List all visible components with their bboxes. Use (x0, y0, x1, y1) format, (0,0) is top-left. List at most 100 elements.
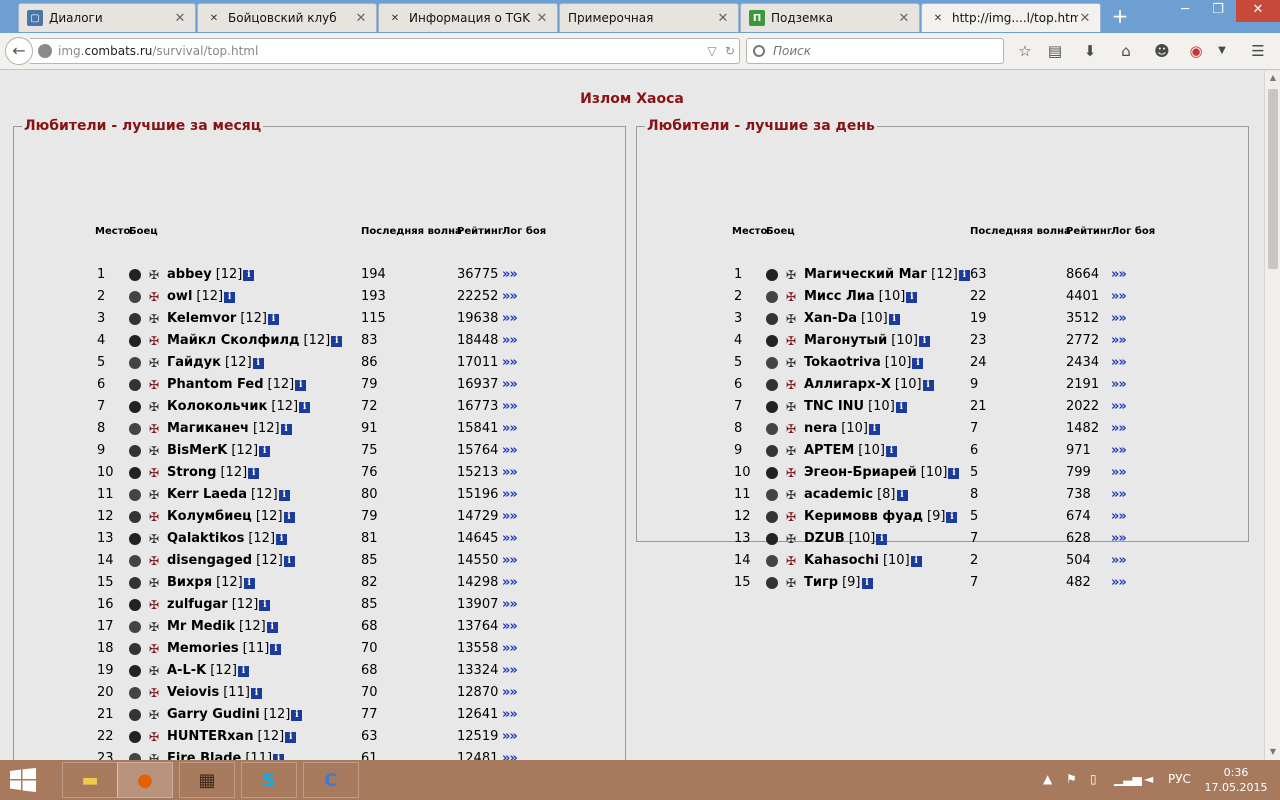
battle-log-link[interactable]: »» (1111, 530, 1127, 548)
restore-button[interactable]: ❐ (1203, 0, 1233, 22)
search-input[interactable] (773, 44, 973, 58)
chat-icon[interactable]: ☻ (1152, 42, 1172, 62)
info-icon[interactable]: i (922, 379, 934, 391)
battle-log-link[interactable]: »» (502, 530, 518, 548)
info-icon[interactable]: i (259, 599, 271, 611)
battle-log-link[interactable]: »» (502, 420, 518, 438)
close-window-button[interactable]: ✕ (1236, 0, 1280, 22)
info-icon[interactable]: i (243, 269, 255, 281)
battle-log-link[interactable]: »» (1111, 398, 1127, 416)
download-icon[interactable]: ⬇ (1080, 42, 1100, 62)
info-icon[interactable]: i (276, 533, 288, 545)
skype-button[interactable]: S (241, 762, 297, 798)
info-icon[interactable]: i (958, 269, 970, 281)
battle-log-link[interactable]: »» (1111, 420, 1127, 438)
info-icon[interactable]: i (250, 687, 262, 699)
battle-log-link[interactable]: »» (1111, 442, 1127, 460)
battle-log-link[interactable]: »» (1111, 376, 1127, 394)
info-icon[interactable]: i (248, 467, 260, 479)
scroll-thumb[interactable] (1268, 89, 1278, 269)
battle-log-link[interactable]: »» (502, 618, 518, 636)
minimize-button[interactable]: ─ (1170, 0, 1200, 22)
battle-log-link[interactable]: »» (1111, 552, 1127, 570)
close-icon[interactable]: ✕ (173, 11, 187, 26)
dropdown-arrow-icon[interactable]: ▽ (703, 44, 721, 58)
info-icon[interactable]: i (895, 401, 907, 413)
info-icon[interactable]: i (280, 423, 292, 435)
battle-log-link[interactable]: »» (502, 332, 518, 350)
vertical-scrollbar[interactable]: ▲ ▼ (1264, 71, 1280, 760)
home-icon[interactable]: ⌂ (1116, 42, 1136, 62)
reload-icon[interactable]: ↻ (721, 44, 739, 58)
info-icon[interactable]: i (885, 445, 897, 457)
battle-log-link[interactable]: »» (502, 376, 518, 394)
battle-log-link[interactable]: »» (502, 684, 518, 702)
tab-fitting-room[interactable]: Примерочная ✕ (559, 3, 739, 32)
battle-log-link[interactable]: »» (1111, 288, 1127, 306)
search-bar[interactable] (746, 38, 1004, 64)
tab-tgk-info[interactable]: ✕ Информация о TGK ✕ (378, 3, 558, 32)
reading-list-icon[interactable]: ▤ (1045, 42, 1065, 62)
battle-log-link[interactable]: »» (502, 398, 518, 416)
battle-log-link[interactable]: »» (502, 442, 518, 460)
battery-icon[interactable]: ▯ (1090, 772, 1097, 786)
battle-log-link[interactable]: »» (1111, 332, 1127, 350)
battle-log-link[interactable]: »» (502, 552, 518, 570)
info-icon[interactable]: i (946, 511, 958, 523)
info-icon[interactable]: i (252, 357, 264, 369)
chevron-down-icon[interactable]: ▼ (1212, 42, 1232, 62)
battle-log-link[interactable]: »» (1111, 310, 1127, 328)
battle-log-link[interactable]: »» (502, 574, 518, 592)
tab-dungeon[interactable]: П Подземка ✕ (740, 3, 920, 32)
battle-log-link[interactable]: »» (502, 508, 518, 526)
battle-log-link[interactable]: »» (1111, 508, 1127, 526)
info-icon[interactable]: i (906, 291, 918, 303)
battle-log-link[interactable]: »» (502, 662, 518, 680)
url-bar[interactable]: img.combats.ru/survival/top.html ▽ ↻ (30, 38, 740, 64)
close-icon[interactable]: ✕ (1078, 11, 1092, 26)
battle-log-link[interactable]: »» (502, 706, 518, 724)
info-icon[interactable]: i (888, 313, 900, 325)
battle-log-link[interactable]: »» (502, 750, 518, 760)
app-button[interactable]: C (303, 762, 359, 798)
network-icon[interactable]: ▁▃▅ (1114, 772, 1142, 786)
file-explorer-button[interactable]: ▬ (62, 762, 118, 798)
windows-start-icon[interactable] (10, 768, 36, 792)
volume-icon[interactable]: ◄ (1144, 772, 1153, 786)
language-indicator[interactable]: РУС (1168, 772, 1191, 786)
battle-log-link[interactable]: »» (502, 266, 518, 284)
info-icon[interactable]: i (291, 709, 303, 721)
menu-icon[interactable]: ☰ (1248, 42, 1268, 62)
url-text[interactable]: img.combats.ru/survival/top.html (58, 44, 703, 58)
info-icon[interactable]: i (868, 423, 880, 435)
battle-log-link[interactable]: »» (1111, 464, 1127, 482)
firefox-button[interactable]: ● (117, 762, 173, 798)
close-icon[interactable]: ✕ (354, 11, 368, 26)
clock[interactable]: 0:36 17.05.2015 (1204, 765, 1268, 795)
battle-log-link[interactable]: »» (1111, 354, 1127, 372)
bookmark-star-icon[interactable]: ☆ (1015, 42, 1035, 62)
close-icon[interactable]: ✕ (897, 11, 911, 26)
info-icon[interactable]: i (266, 621, 278, 633)
new-tab-button[interactable]: + (1108, 5, 1132, 29)
battle-log-link[interactable]: »» (502, 640, 518, 658)
info-icon[interactable]: i (268, 313, 279, 325)
info-icon[interactable]: i (295, 379, 307, 391)
info-icon[interactable]: i (299, 401, 311, 413)
info-icon[interactable]: i (918, 335, 930, 347)
addon-icon[interactable]: ◉ (1186, 42, 1206, 62)
battle-log-link[interactable]: »» (502, 464, 518, 482)
scroll-down-icon[interactable]: ▼ (1265, 747, 1280, 756)
flag-icon[interactable]: ⚑ (1066, 772, 1077, 786)
info-icon[interactable]: i (910, 555, 922, 567)
battle-log-link[interactable]: »» (502, 486, 518, 504)
info-icon[interactable]: i (237, 665, 249, 677)
info-icon[interactable]: i (285, 731, 297, 743)
back-button[interactable]: ← (5, 37, 33, 65)
info-icon[interactable]: i (224, 291, 236, 303)
show-hidden-icons-icon[interactable]: ▲ (1043, 772, 1052, 786)
info-icon[interactable]: i (283, 555, 295, 567)
info-icon[interactable]: i (278, 489, 290, 501)
info-icon[interactable]: i (283, 511, 295, 523)
info-icon[interactable]: i (861, 577, 873, 589)
